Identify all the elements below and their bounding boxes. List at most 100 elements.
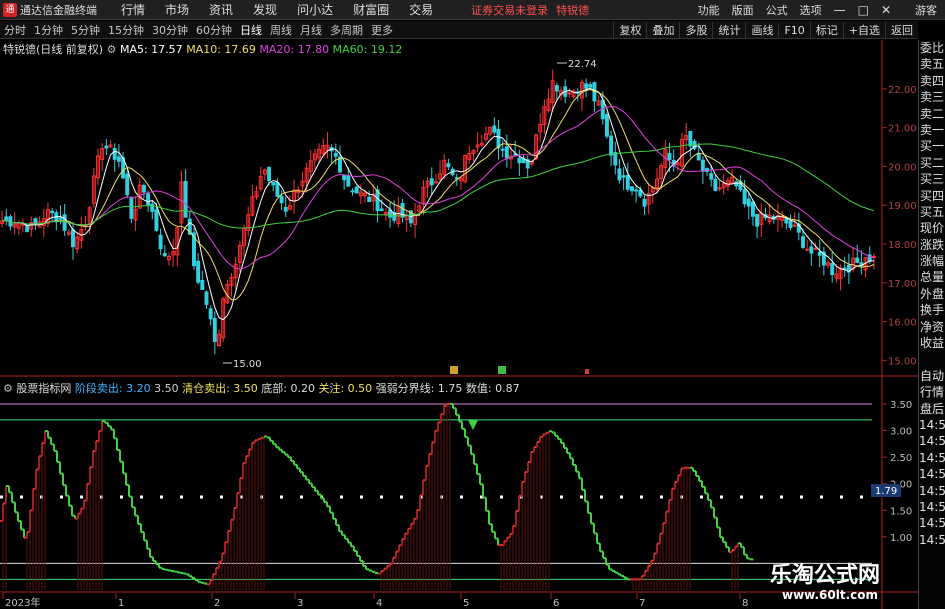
y-tick-label: 2.50 [890, 453, 912, 464]
side-item[interactable]: 涨幅 [919, 253, 945, 269]
back-button[interactable]: 返回 [885, 22, 918, 38]
menu-item-ask[interactable]: 问小达 [297, 1, 333, 18]
candle-body [713, 178, 718, 192]
side-item[interactable]: 买二 [919, 155, 945, 171]
side-item[interactable]: 买五 [919, 204, 945, 220]
menu-item-quotes[interactable]: 行情 [121, 1, 145, 18]
side-item[interactable]: 净资 [919, 319, 945, 335]
date-x-axis: 2023年 1 2 3 4 5 6 7 8 [2, 593, 748, 609]
side-item[interactable]: 行情 [919, 384, 945, 400]
quote-side-panel: 委比 卖五 卖四 卖三 卖二 卖一 买一 买二 买三 买四 买五 现价 涨跌 涨幅 总量 外盘 换手 净资 收益自动… [918, 40, 945, 609]
statistics-button[interactable]: 统计 [712, 22, 745, 38]
y-tick-label: 19.00 [888, 201, 917, 212]
side-item[interactable]: 委比 [919, 40, 945, 56]
period-30min[interactable]: 30分钟 [152, 22, 188, 38]
mark-button[interactable]: 标记 [809, 22, 843, 38]
menu-formula[interactable]: 公式 [766, 2, 788, 18]
restore-rights-button[interactable]: 复权 [613, 22, 646, 38]
boundary-label: 强弱分界线: 1.75 [375, 382, 463, 395]
side-item[interactable]: 卖二 [919, 106, 945, 122]
side-item[interactable]: 卖五 [919, 56, 945, 72]
x-tick-label: 6 [553, 598, 559, 609]
legend-gear-icon[interactable]: ⚙ [107, 43, 117, 56]
period-multi[interactable]: 多周期 [330, 22, 363, 38]
menu-right-group: 功能 版面 公式 选项 — □ ✕ 游客 [692, 0, 945, 20]
candle-body [604, 114, 609, 137]
menu-item-wealth[interactable]: 财富圈 [353, 1, 389, 18]
side-item[interactable]: 现价 [919, 220, 945, 236]
menu-layout[interactable]: 版面 [732, 2, 754, 18]
candle-body [162, 253, 167, 257]
period-15min[interactable]: 15分钟 [108, 22, 144, 38]
indicator-gear-icon[interactable]: ⚙ [3, 382, 13, 395]
f10-button[interactable]: F10 [778, 23, 809, 37]
menu-options[interactable]: 选项 [800, 2, 822, 18]
candle-body [584, 83, 589, 89]
side-item[interactable]: 14:50 [919, 483, 945, 499]
candle-body [504, 146, 509, 159]
side-item[interactable]: 14:50 [919, 532, 945, 548]
side-item[interactable]: 买三 [919, 171, 945, 187]
login-warning[interactable]: 证券交易未登录 [471, 2, 548, 18]
stock-chart[interactable]: 22.0021.0020.0019.0018.0017.0016.0015.00… [0, 40, 918, 609]
current-value-label: 1.79 [875, 486, 897, 497]
side-item[interactable]: 14:50 [919, 499, 945, 515]
period-monthly[interactable]: 月线 [300, 22, 322, 38]
side-item[interactable]: 卖三 [919, 89, 945, 105]
candle-body [667, 152, 672, 160]
y-tick-label: 18.00 [888, 240, 917, 251]
side-item[interactable]: 总量 [919, 269, 945, 285]
maximize-icon[interactable]: □ [858, 3, 869, 17]
side-item[interactable]: 卖四 [919, 73, 945, 89]
menu-item-discover[interactable]: 发现 [253, 1, 277, 18]
side-item[interactable]: 盘后 [919, 401, 945, 417]
overlay-button[interactable]: 叠加 [646, 22, 679, 38]
side-item[interactable]: 收益 [919, 335, 945, 351]
stock-title: 特锐德(日线 前复权) [3, 43, 104, 56]
menu-item-market[interactable]: 市场 [165, 1, 189, 18]
guest-label[interactable]: 游客 [915, 2, 937, 18]
candle-body [71, 229, 75, 248]
high-price-label: 22.74 [568, 59, 597, 70]
period-60min[interactable]: 60分钟 [196, 22, 232, 38]
side-item[interactable]: 买四 [919, 188, 945, 204]
period-daily[interactable]: 日线 [240, 22, 262, 38]
side-item[interactable]: 涨跌 [919, 237, 945, 253]
side-item[interactable] [919, 351, 945, 367]
period-weekly[interactable]: 周线 [270, 22, 292, 38]
side-item[interactable]: 外盘 [919, 286, 945, 302]
close-icon[interactable]: ✕ [881, 3, 891, 17]
candle-body [208, 308, 213, 320]
ma5-label: MA5: 17.57 [119, 43, 183, 56]
draw-line-button[interactable]: 画线 [745, 22, 778, 38]
side-item[interactable]: 14:50 [919, 450, 945, 466]
side-item[interactable]: 自动 [919, 368, 945, 384]
side-item[interactable]: 换手 [919, 302, 945, 318]
minimize-icon[interactable]: — [834, 3, 846, 17]
side-item[interactable]: 14:50 [919, 466, 945, 482]
side-item[interactable]: 14:50 [919, 515, 945, 531]
candle-body [112, 147, 117, 160]
app-logo-icon: 通 [3, 2, 17, 17]
period-timeshare[interactable]: 分时 [4, 22, 26, 38]
side-item[interactable]: 14:50 [919, 433, 945, 449]
period-5min[interactable]: 5分钟 [71, 22, 100, 38]
candle-body [788, 220, 793, 228]
multi-stock-button[interactable]: 多股 [679, 22, 712, 38]
period-1min[interactable]: 1分钟 [34, 22, 63, 38]
side-item[interactable]: 买一 [919, 138, 945, 154]
x-tick-label: 3 [297, 598, 303, 609]
menu-item-news[interactable]: 资讯 [209, 1, 233, 18]
side-item[interactable]: 14:50 [919, 417, 945, 433]
candle-body [25, 224, 30, 232]
add-watchlist-button[interactable]: +自选 [842, 22, 885, 38]
menu-item-trade[interactable]: 交易 [409, 1, 433, 18]
main-y-axis: 22.00 21.00 20.00 19.00 18.00 17.00 16.00 15.00 [882, 85, 917, 367]
side-item[interactable]: 卖一 [919, 122, 945, 138]
bottom-label: 底部: 0.20 [261, 382, 315, 395]
candle-body [805, 248, 810, 251]
menu-function[interactable]: 功能 [698, 2, 720, 18]
candle-body [141, 184, 146, 193]
period-more[interactable]: 更多 [371, 22, 393, 38]
candle-body [279, 195, 284, 204]
